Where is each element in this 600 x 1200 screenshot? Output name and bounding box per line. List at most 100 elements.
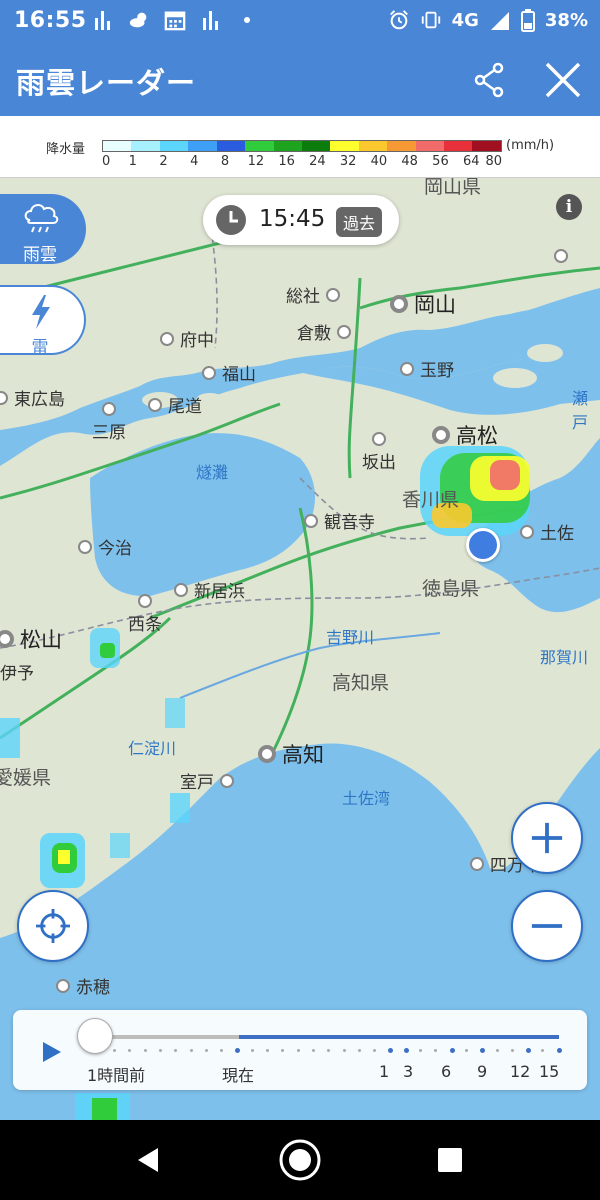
place-dot <box>520 524 534 539</box>
radar-map[interactable]: 総社 岡山 府中 倉敷 福山 玉野 東広島 尾道 三原 坂出 高松 観音寺 土佐… <box>0 178 600 1120</box>
crosshair-icon <box>36 909 70 943</box>
legend-tick-label: 32 <box>339 154 357 169</box>
place-dot <box>390 295 408 313</box>
home-icon[interactable] <box>278 1138 322 1182</box>
place-higashihiroshima: 東広島 <box>0 385 65 410</box>
label-ehime-pref: 愛媛県 <box>0 767 52 789</box>
place-dot <box>148 397 162 412</box>
timeline-tick <box>220 1049 224 1052</box>
place-dot <box>326 287 340 302</box>
timeline-label: 1 <box>379 1062 390 1081</box>
timeline-tick <box>281 1049 285 1052</box>
back-icon[interactable] <box>126 1138 170 1182</box>
plus-icon <box>531 822 563 854</box>
play-icon[interactable] <box>41 1040 63 1064</box>
network-type: 4G <box>451 9 479 31</box>
timeline-tick <box>541 1049 545 1052</box>
zoom-out-button[interactable] <box>511 890 583 962</box>
timeline-tick <box>464 1049 468 1052</box>
place-aki: 土佐 <box>520 519 574 544</box>
system-nav-bar <box>0 1120 600 1200</box>
place-matsuyama: 松山 <box>0 624 62 654</box>
timeline-knob[interactable] <box>77 1018 113 1054</box>
timeline-label: 1時間前 <box>87 1066 146 1085</box>
legend-swatch <box>159 141 189 151</box>
timeline-track-future <box>239 1035 559 1039</box>
place-fukuyama: 福山 <box>202 360 256 385</box>
hiuchi-nada-water <box>90 433 316 597</box>
place-takamatsu: 高松 <box>432 420 498 450</box>
label-yoshino-river: 吉野川 <box>326 628 375 647</box>
place-onomichi: 尾道 <box>148 392 202 417</box>
legend-swatch <box>301 141 331 151</box>
timeline-tick <box>113 1049 116 1052</box>
timeline-label: 現在 <box>222 1066 255 1085</box>
legend-swatch <box>188 141 217 151</box>
alarm-icon <box>389 10 408 30</box>
status-bar: 16:55 4G 38% <box>0 0 600 44</box>
system-icons: 4G 38% <box>388 8 588 32</box>
legend-tick-label: 48 <box>401 154 418 169</box>
past-badge: 過去 <box>336 207 383 237</box>
island <box>493 368 537 388</box>
share-icon[interactable] <box>468 58 512 102</box>
place-dot <box>56 978 70 993</box>
legend-unit: (mm/h) <box>506 138 555 153</box>
place-dot <box>0 390 8 405</box>
thunder-layer-button[interactable]: 雷 <box>0 285 86 358</box>
timeline-slider[interactable]: 1時間前 現在 1 3 6 9 12 15 <box>13 1010 587 1090</box>
status-time: 16:55 <box>14 8 87 33</box>
legend-tick-label: 8 <box>220 154 230 169</box>
timeline-tick <box>296 1049 300 1052</box>
place-shimanto: 赤穂 <box>56 973 110 998</box>
place-kanonji: 観音寺 <box>304 508 375 533</box>
timeline-tick <box>189 1049 193 1052</box>
place-soja: 総社 <box>286 282 340 307</box>
place-dot <box>554 249 568 263</box>
label-niyodo-river: 仁淀川 <box>128 739 177 758</box>
label-naka-river: 那賀川 <box>540 648 589 667</box>
clock-icon <box>216 205 246 235</box>
place-fuchu: 府中 <box>160 326 214 351</box>
place-tosa: 室戸 <box>180 768 234 793</box>
timeline-tick <box>327 1049 331 1052</box>
label-seto: 瀬戸 <box>572 389 589 432</box>
place-dot <box>400 361 414 376</box>
cloud-sun-icon <box>129 12 147 28</box>
label-okayama-pref: 岡山県 <box>424 178 482 198</box>
close-icon[interactable] <box>541 58 585 102</box>
battery-level: 38% <box>544 9 588 31</box>
legend-swatch <box>273 141 302 151</box>
locate-button[interactable] <box>17 890 89 962</box>
place-dot <box>304 513 318 528</box>
rain-cloud-layer-button[interactable]: 雨雲 <box>0 194 86 265</box>
timeline-tick <box>128 1049 132 1052</box>
timeline-label: 12 <box>510 1062 531 1081</box>
place-dot <box>202 365 216 380</box>
lightning-icon <box>32 295 50 329</box>
place-dot <box>0 630 14 648</box>
legend-tick-label: 12 <box>247 154 265 169</box>
timeline-tick <box>449 1048 455 1053</box>
timeline-tick <box>357 1049 361 1052</box>
legend-color-scale <box>102 140 502 152</box>
legend-tick-label: 4 <box>190 154 199 169</box>
recents-icon[interactable] <box>428 1138 472 1182</box>
timeline-tick <box>480 1048 486 1053</box>
battery-icon <box>520 9 535 32</box>
timeline-tick <box>373 1049 377 1052</box>
legend-swatch <box>358 141 388 151</box>
time-indicator[interactable]: 15:45 過去 <box>203 195 399 245</box>
place-sakaide: 坂出 <box>362 432 396 473</box>
legend-tick-label: 80 <box>485 154 502 169</box>
info-icon[interactable]: i <box>556 194 582 220</box>
place-imabari: 今治 <box>78 534 132 559</box>
legend-tick-label: 24 <box>309 154 326 169</box>
zoom-in-button[interactable] <box>511 802 583 874</box>
timeline-track-past <box>95 1035 239 1039</box>
app-bar: 雨雲レーダー <box>0 44 600 116</box>
legend-swatch <box>444 141 473 151</box>
legend-tick-label: 56 <box>432 154 449 169</box>
timeline-tick <box>510 1049 514 1052</box>
vibrate-icon <box>421 11 440 29</box>
